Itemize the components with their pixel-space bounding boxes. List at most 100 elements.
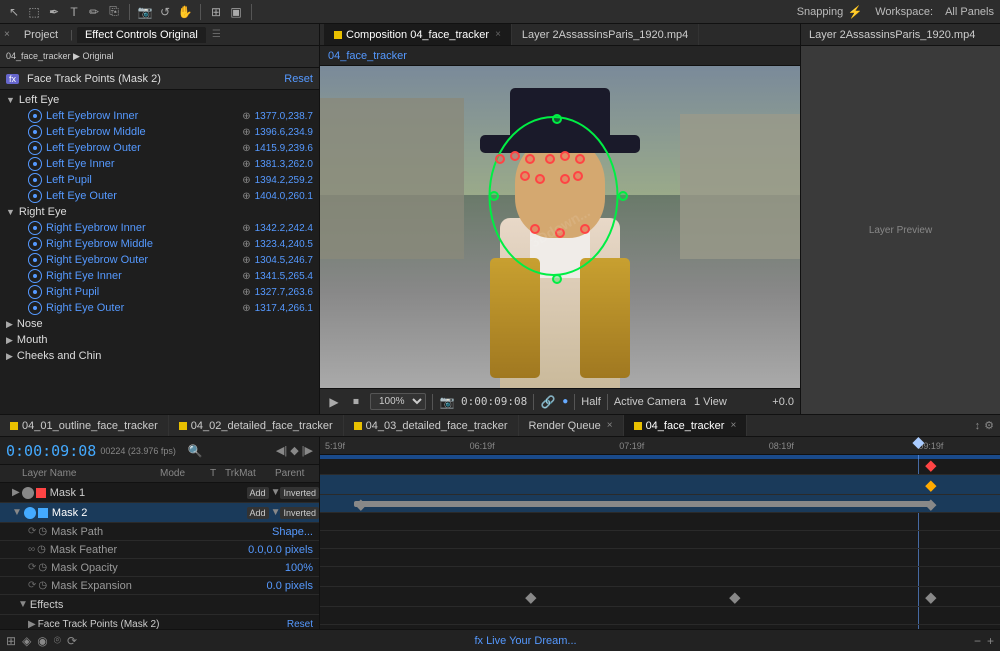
layer-preview: Layer Preview <box>801 46 1000 414</box>
tl-icon-2[interactable]: ◈ <box>22 634 31 648</box>
track-right-eyebrow-middle[interactable]: Right Eyebrow Middle ⊕ 1323.4,240.5 <box>0 236 319 252</box>
mask-path-stopwatch[interactable]: ◷ <box>38 526 47 537</box>
tl-mask-opacity-track <box>320 531 1000 549</box>
panel-menu-icon[interactable]: ☰ <box>212 29 221 40</box>
mask2-vis[interactable] <box>24 507 36 519</box>
quality-label[interactable]: Half <box>581 396 601 408</box>
zoom-select[interactable]: 100% 50% 200% <box>370 393 426 410</box>
tl-mask1-row[interactable]: ▶ Mask 1 Add ▼ Inverted <box>0 483 319 503</box>
track-left-pupil[interactable]: Left Pupil ⊕ 1394.2,259.2 <box>0 172 319 188</box>
face-track-reset[interactable]: Reset <box>287 619 313 629</box>
mask-expansion-stopwatch[interactable]: ◷ <box>38 580 47 591</box>
reset-button[interactable]: Reset <box>284 73 313 85</box>
mask1-inverted[interactable]: Inverted <box>280 487 319 499</box>
tl-tab-render[interactable]: Render Queue × <box>519 415 624 436</box>
mask-opacity-label: Mask Opacity <box>51 562 285 574</box>
track-left-eye-inner[interactable]: Left Eye Inner ⊕ 1381.3,262.0 <box>0 156 319 172</box>
group-mouth[interactable]: ▶ Mouth <box>0 332 319 348</box>
view-label[interactable]: Active Camera <box>614 396 686 408</box>
tab-project[interactable]: Project <box>16 27 66 43</box>
pen-tool-icon[interactable]: ✒ <box>46 4 62 20</box>
mask1-mode[interactable]: Add <box>247 487 269 499</box>
tl-search-btn[interactable]: 🔍 <box>188 444 203 458</box>
tl-prev-kf[interactable]: ◀| <box>276 444 287 457</box>
mask2-name: Mask 2 <box>52 507 247 519</box>
face-track-expand[interactable]: ▶ <box>28 619 36 629</box>
tl-props-icon[interactable]: ⚙ <box>984 419 994 432</box>
mask-icon[interactable]: ▣ <box>228 4 244 20</box>
view-count[interactable]: 1 View <box>694 396 727 408</box>
comp-viewport[interactable]: 3Ddown... <box>320 66 800 388</box>
tab-effect-controls[interactable]: Effect Controls Original <box>77 27 206 43</box>
face-track-kf-3 <box>925 592 936 603</box>
camera-tool-icon[interactable]: 📷 <box>137 4 153 20</box>
tl-tab-main[interactable]: 04_face_tracker × <box>624 415 748 436</box>
effects-expand[interactable]: ▼ <box>18 599 28 610</box>
tl-timecode[interactable]: 0:00:09:08 <box>6 442 96 460</box>
mask1-mode-arrow[interactable]: ▼ <box>271 487 281 498</box>
tl-icon-5[interactable]: ⟳ <box>67 634 77 648</box>
tl-icon-4[interactable]: ⌾ <box>54 633 61 648</box>
rotate-tool-icon[interactable]: ↺ <box>157 4 173 20</box>
tl-face-track-row[interactable]: ▶ Face Track Points (Mask 2) Reset <box>0 615 319 629</box>
mask-path-value[interactable]: Shape... <box>272 526 313 538</box>
target-icon <box>28 109 42 123</box>
tab-layer[interactable]: Layer 2AssassinsParis_1920.mp4 <box>512 24 699 45</box>
snapping-icon[interactable]: ⚡ <box>847 4 863 20</box>
camera-icon[interactable]: 📷 <box>439 394 455 410</box>
group-cheeks-chin[interactable]: ▶ Cheeks and Chin <box>0 348 319 364</box>
project-tab-close[interactable]: × <box>4 29 10 40</box>
clone-tool-icon[interactable]: ⎘ <box>106 4 122 20</box>
mask-opacity-stopwatch[interactable]: ◷ <box>38 562 47 573</box>
main-tab-close[interactable]: × <box>730 420 736 431</box>
group-nose[interactable]: ▶ Nose <box>0 316 319 332</box>
track-left-eye-outer[interactable]: Left Eye Outer ⊕ 1404.0,260.1 <box>0 188 319 204</box>
group-right-eye[interactable]: ▼ Right Eye <box>0 204 319 220</box>
track-right-eye-outer[interactable]: Right Eye Outer ⊕ 1317.4,266.1 <box>0 300 319 316</box>
text-tool-icon[interactable]: T <box>66 4 82 20</box>
tl-add-kf[interactable]: ◆ <box>290 444 298 457</box>
tl-tab-03[interactable]: 04_03_detailed_face_tracker <box>344 415 519 436</box>
track-left-eyebrow-inner[interactable]: Left Eyebrow Inner ⊕ 1377.0,238.7 <box>0 108 319 124</box>
track-right-eyebrow-inner[interactable]: Right Eyebrow Inner ⊕ 1342.2,242.4 <box>0 220 319 236</box>
track-right-eyebrow-outer[interactable]: Right Eyebrow Outer ⊕ 1304.5,246.7 <box>0 252 319 268</box>
render-tab-close[interactable]: × <box>607 420 613 431</box>
mask-opacity-value[interactable]: 100% <box>285 562 313 574</box>
mask2-expand[interactable]: ▼ <box>12 507 22 518</box>
track-right-eye-inner[interactable]: Right Eye Inner ⊕ 1341.5,265.4 <box>0 268 319 284</box>
tl-search-icon[interactable]: ↕ <box>975 420 981 432</box>
col-layer-name: Layer Name <box>22 468 160 479</box>
mask2-inverted[interactable]: Inverted <box>280 507 319 519</box>
brush-tool-icon[interactable]: ✏ <box>86 4 102 20</box>
tab-composition[interactable]: Composition 04_face_tracker × <box>324 24 512 45</box>
track-left-eyebrow-middle[interactable]: Left Eyebrow Middle ⊕ 1396.6,234.9 <box>0 124 319 140</box>
mask1-vis[interactable] <box>22 487 34 499</box>
magnet-icon[interactable]: 🔗 <box>540 394 556 410</box>
pan-tool-icon[interactable]: ✋ <box>177 4 193 20</box>
play-icon[interactable]: ▶ <box>326 394 342 410</box>
track-left-eyebrow-outer[interactable]: Left Eyebrow Outer ⊕ 1415.9,239.6 <box>0 140 319 156</box>
mask2-mode-arrow[interactable]: ▼ <box>271 507 281 518</box>
tl-icon-1[interactable]: ⊞ <box>6 634 16 648</box>
tl-zoom-in[interactable]: + <box>987 634 994 648</box>
workspace-name[interactable]: All Panels <box>945 6 994 18</box>
tl-icon-3[interactable]: ◉ <box>37 634 47 648</box>
comp-tab-close[interactable]: × <box>495 29 501 40</box>
mask-feather-value[interactable]: 0.0,0.0 pixels <box>248 544 313 556</box>
mask1-expand[interactable]: ▶ <box>12 487 20 498</box>
tl-tab-01[interactable]: 04_01_outline_face_tracker <box>0 415 169 436</box>
track-right-pupil[interactable]: Right Pupil ⊕ 1327.7,263.6 <box>0 284 319 300</box>
tl-effects-row[interactable]: ▼ Effects <box>0 595 319 615</box>
tl-next-kf[interactable]: |▶ <box>302 444 313 457</box>
group-left-eye[interactable]: ▼ Left Eye <box>0 92 319 108</box>
tl-tab-02[interactable]: 04_02_detailed_face_tracker <box>169 415 344 436</box>
align-icon[interactable]: ⊞ <box>208 4 224 20</box>
mask2-mode[interactable]: Add <box>247 507 269 519</box>
arrow-tool-icon[interactable]: ↖ <box>6 4 22 20</box>
mask-feather-stopwatch[interactable]: ◷ <box>37 544 46 555</box>
tl-mask2-row[interactable]: ▼ Mask 2 Add ▼ Inverted <box>0 503 319 523</box>
stop-icon[interactable]: ⏹ <box>348 394 364 410</box>
select-tool-icon[interactable]: ⬚ <box>26 4 42 20</box>
tl-zoom-out[interactable]: − <box>974 634 981 648</box>
mask-expansion-value[interactable]: 0.0 pixels <box>267 580 313 592</box>
